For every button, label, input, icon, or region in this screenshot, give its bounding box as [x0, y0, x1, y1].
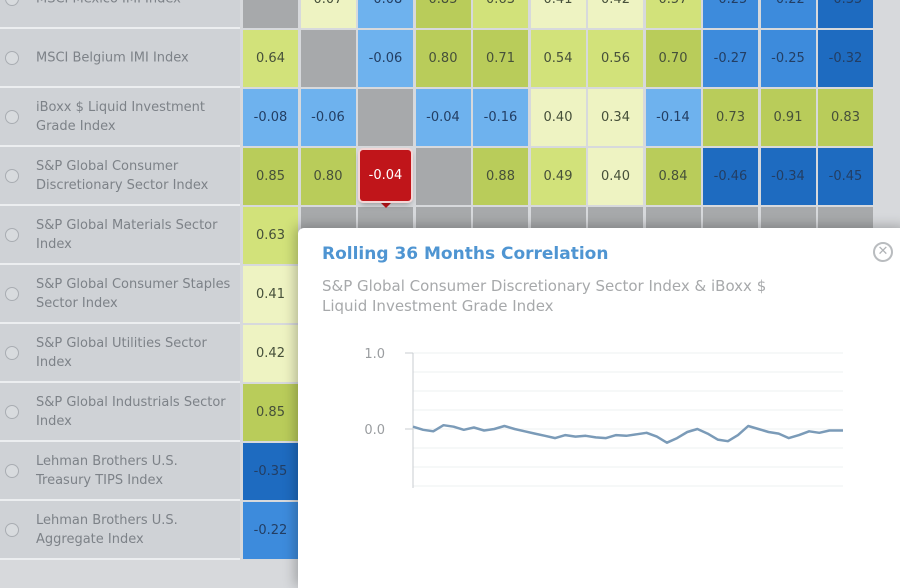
y-tick-label: 1.0: [364, 347, 385, 362]
matrix-cell[interactable]: -0.06: [358, 30, 413, 87]
matrix-cell[interactable]: -0.27: [703, 30, 758, 87]
row-label[interactable]: S&P Global Industrials Sector Index: [0, 383, 240, 442]
matrix-cell[interactable]: -0.16: [473, 89, 528, 146]
row-radio-button[interactable]: [5, 345, 19, 360]
row-radio-button[interactable]: [5, 0, 19, 6]
row-label-text: Lehman Brothers U.S. Treasury TIPS Index: [36, 453, 178, 488]
matrix-cell[interactable]: -0.06: [300, 89, 356, 146]
selected-matrix-cell[interactable]: -0.04: [360, 150, 411, 201]
correlation-popup: Rolling 36 Months Correlation S&P Global…: [298, 228, 900, 588]
matrix-cell[interactable]: 0.64: [243, 30, 298, 87]
row-label[interactable]: S&P Global Consumer Staples Sector Index: [0, 265, 240, 324]
row-radio-button[interactable]: [5, 463, 19, 478]
matrix-cell[interactable]: [358, 89, 413, 146]
matrix-cell[interactable]: -0.35: [818, 0, 873, 28]
row-label[interactable]: S&P Global Utilities Sector Index: [0, 324, 240, 383]
row-label-text: iBoxx $ Liquid Investment Grade Index: [36, 99, 205, 134]
row-label-text: S&P Global Consumer Discretionary Sector…: [36, 158, 209, 193]
matrix-cell[interactable]: 0.41: [243, 266, 298, 323]
selected-cell-pointer: [378, 201, 393, 208]
row-radio-button[interactable]: [5, 522, 19, 537]
matrix-cell[interactable]: 0.70: [645, 30, 701, 87]
matrix-cell[interactable]: 0.71: [473, 30, 528, 87]
matrix-cell[interactable]: 0.85: [243, 148, 298, 205]
matrix-cell[interactable]: [243, 0, 298, 28]
row-label[interactable]: MSCI Belgium IMI Index: [0, 29, 240, 88]
matrix-cell[interactable]: -0.25: [760, 30, 816, 87]
row-radio-button[interactable]: [5, 109, 19, 124]
row-label-text: Lehman Brothers U.S. Aggregate Index: [36, 512, 178, 547]
matrix-cell[interactable]: -0.25: [703, 0, 758, 28]
row-label[interactable]: Lehman Brothers U.S. Treasury TIPS Index: [0, 442, 240, 501]
row-label-text: S&P Global Consumer Staples Sector Index: [36, 276, 231, 311]
row-radio-button[interactable]: [5, 168, 19, 183]
matrix-cell[interactable]: -0.04: [415, 89, 471, 146]
matrix-cell[interactable]: 0.34: [588, 89, 643, 146]
matrix-cell[interactable]: 0.85: [415, 0, 471, 28]
row-radio-button[interactable]: [5, 227, 19, 242]
row-label[interactable]: iBoxx $ Liquid Investment Grade Index: [0, 88, 240, 147]
matrix-cell[interactable]: [300, 30, 356, 87]
matrix-cell[interactable]: 0.73: [703, 89, 758, 146]
matrix-cell[interactable]: [415, 148, 471, 205]
matrix-cell[interactable]: -0.35: [243, 443, 298, 500]
matrix-cell[interactable]: -0.14: [645, 89, 701, 146]
matrix-cell[interactable]: 0.88: [473, 148, 528, 205]
row-radio-button[interactable]: [5, 50, 19, 65]
row-radio-button[interactable]: [5, 404, 19, 419]
row-label[interactable]: S&P Global Materials Sector Index: [0, 206, 240, 265]
matrix-cell[interactable]: -0.22: [760, 0, 816, 28]
matrix-cell[interactable]: -0.08: [358, 0, 413, 28]
correlation-series-line: [412, 423, 843, 444]
matrix-cell[interactable]: 0.91: [760, 89, 816, 146]
row-radio-button[interactable]: [5, 286, 19, 301]
matrix-cell[interactable]: 0.63: [243, 207, 298, 264]
rolling-correlation-chart: 1.00.0-1.0200220032004200520062007: [364, 347, 843, 488]
matrix-cell[interactable]: -0.46: [703, 148, 758, 205]
matrix-cell[interactable]: -0.22: [243, 502, 298, 559]
y-tick-label: 0.0: [364, 423, 385, 438]
row-label-text: MSCI Mexico IMI Index: [36, 0, 232, 8]
row-label[interactable]: MSCI Mexico IMI Index: [0, 0, 240, 29]
matrix-cell[interactable]: 0.42: [588, 0, 643, 28]
matrix-cell[interactable]: 0.07: [300, 0, 356, 28]
matrix-cell[interactable]: -0.32: [818, 30, 873, 87]
matrix-cell[interactable]: 0.40: [588, 148, 643, 205]
matrix-cell[interactable]: 0.54: [530, 30, 586, 87]
matrix-cell[interactable]: 0.84: [645, 148, 701, 205]
popup-subtitle: S&P Global Consumer Discretionary Sector…: [322, 277, 767, 315]
row-label-text: S&P Global Industrials Sector Index: [36, 394, 226, 429]
matrix-cell[interactable]: 0.80: [415, 30, 471, 87]
matrix-cell[interactable]: 0.49: [530, 148, 586, 205]
matrix-cell[interactable]: 0.63: [473, 0, 528, 28]
matrix-cell[interactable]: 0.56: [588, 30, 643, 87]
matrix-cell[interactable]: 0.40: [530, 89, 586, 146]
matrix-cell[interactable]: -0.08: [243, 89, 298, 146]
matrix-cell[interactable]: 0.41: [530, 0, 586, 28]
row-label[interactable]: S&P Global Consumer Discretionary Sector…: [0, 147, 240, 206]
matrix-cell[interactable]: 0.57: [645, 0, 701, 28]
matrix-cell[interactable]: 0.85: [243, 384, 298, 441]
matrix-cell[interactable]: -0.34: [760, 148, 816, 205]
matrix-cell[interactable]: 0.42: [243, 325, 298, 382]
popup-title: Rolling 36 Months Correlation: [322, 244, 609, 264]
matrix-cell[interactable]: 0.80: [300, 148, 356, 205]
close-icon[interactable]: ✕: [873, 242, 893, 262]
row-label-text: S&P Global Materials Sector Index: [36, 217, 218, 252]
row-label[interactable]: Lehman Brothers U.S. Aggregate Index: [0, 501, 240, 560]
row-label-text: S&P Global Utilities Sector Index: [36, 335, 207, 370]
matrix-cell[interactable]: -0.45: [818, 148, 873, 205]
matrix-cell[interactable]: 0.83: [818, 89, 873, 146]
row-label-text: MSCI Belgium IMI Index: [36, 50, 189, 65]
